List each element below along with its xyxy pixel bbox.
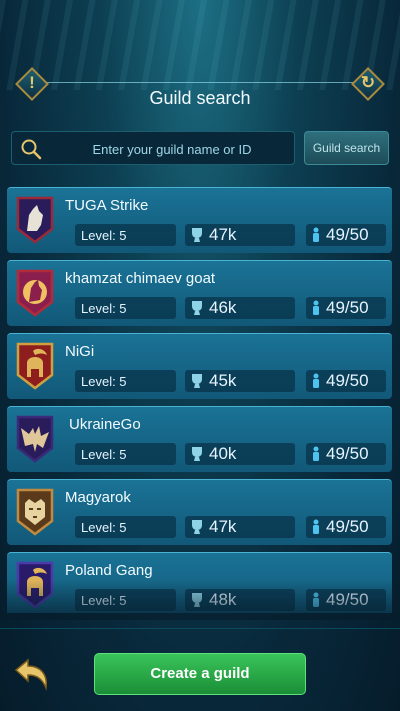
footer-divider	[0, 628, 400, 629]
member-icon	[313, 300, 319, 315]
refresh-icon: ↻	[360, 73, 376, 92]
member-icon	[313, 373, 319, 388]
create-guild-button[interactable]: Create a guild	[94, 653, 306, 695]
header: ! Guild search ↻	[0, 67, 400, 118]
members-badge: 49/50	[306, 297, 386, 319]
level-badge: Level: 5	[75, 589, 176, 611]
guild-card[interactable]: TUGA Strike Level: 5 47k 49/50	[7, 187, 392, 253]
power-badge: 47k	[185, 516, 295, 538]
trophy-icon	[192, 447, 202, 461]
guild-card[interactable]: Magyarok Level: 5 47k 49/50	[7, 479, 392, 545]
search-bar: Enter your guild name or ID Guild search	[11, 131, 391, 165]
search-placeholder: Enter your guild name or ID	[92, 142, 252, 157]
guild-name: TUGA Strike	[65, 197, 149, 214]
guild-card[interactable]: khamzat chimaev goat Level: 5 46k 49/50	[7, 260, 392, 326]
power-badge: 48k	[185, 589, 295, 611]
power-badge: 40k	[185, 443, 295, 465]
trophy-icon	[192, 520, 202, 534]
search-input[interactable]: Enter your guild name or ID	[11, 131, 295, 165]
level-badge: Level: 5	[75, 224, 176, 246]
bat-emblem-icon	[16, 415, 54, 463]
guild-name: NiGi	[65, 343, 95, 360]
guild-card[interactable]: NiGi Level: 5 45k 49/50	[7, 333, 392, 399]
member-icon	[313, 446, 319, 461]
back-arrow-icon[interactable]	[12, 656, 52, 692]
trophy-icon	[192, 301, 202, 315]
guild-card[interactable]: Poland Gang Level: 5 48k 49/50	[7, 552, 392, 613]
member-icon	[313, 519, 319, 534]
level-badge: Level: 5	[75, 516, 176, 538]
search-icon	[21, 139, 42, 160]
spartan-helmet-emblem-icon	[16, 561, 54, 609]
tiger-emblem-icon	[16, 488, 54, 536]
power-badge: 46k	[185, 297, 295, 319]
level-badge: Level: 5	[75, 370, 176, 392]
members-badge: 49/50	[306, 516, 386, 538]
wolf-emblem-icon	[16, 196, 54, 244]
members-badge: 49/50	[306, 370, 386, 392]
page-title: Guild search	[149, 88, 251, 108]
guild-name: khamzat chimaev goat	[65, 270, 216, 287]
level-badge: Level: 5	[75, 443, 176, 465]
members-badge: 49/50	[306, 443, 386, 465]
guild-search-button[interactable]: Guild search	[304, 131, 389, 165]
spartan-helmet-emblem-icon	[16, 342, 54, 390]
level-badge: Level: 5	[75, 297, 176, 319]
guild-name: UkraineGo	[69, 416, 141, 433]
refresh-button[interactable]: ↻	[351, 67, 385, 101]
members-badge: 49/50	[306, 224, 386, 246]
header-divider	[40, 82, 360, 83]
guild-name: Poland Gang	[65, 562, 153, 579]
guild-card[interactable]: UkraineGo Level: 5 40k 49/50	[7, 406, 392, 472]
guild-name: Magyarok	[65, 489, 131, 506]
power-badge: 47k	[185, 224, 295, 246]
guild-list[interactable]: TUGA Strike Level: 5 47k 49/50 khamzat c…	[7, 187, 392, 613]
member-icon	[313, 227, 319, 242]
member-icon	[313, 592, 319, 607]
power-badge: 45k	[185, 370, 295, 392]
trophy-icon	[192, 228, 202, 242]
members-badge: 49/50	[306, 589, 386, 611]
trophy-icon	[192, 374, 202, 388]
trophy-icon	[192, 593, 202, 607]
wolf-emblem-icon	[16, 269, 54, 317]
